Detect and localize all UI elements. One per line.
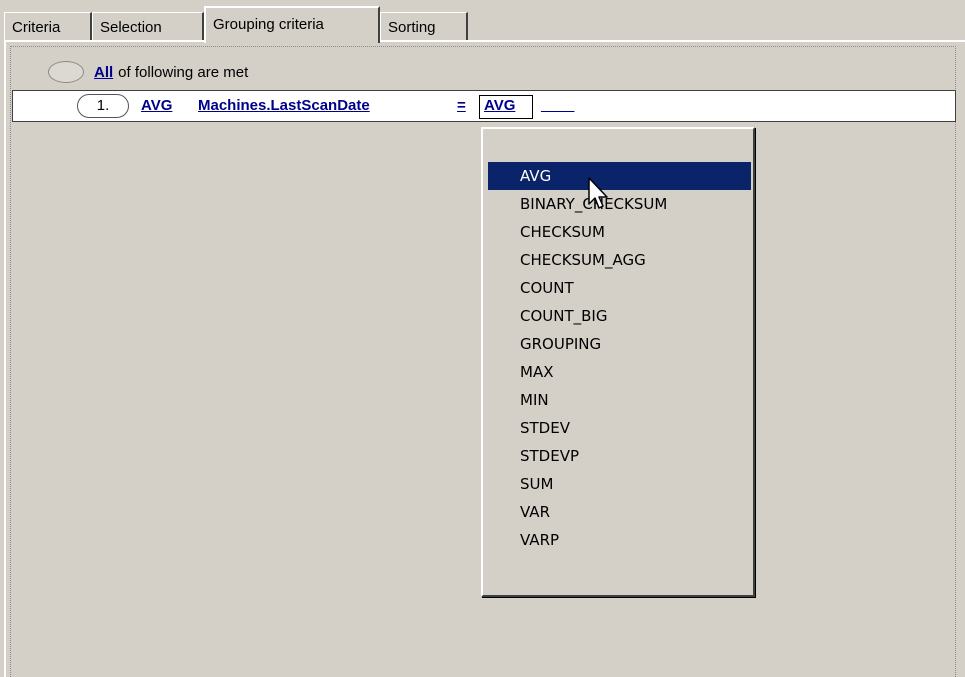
tab-criteria[interactable]: Criteria <box>4 12 92 42</box>
condition-value-placeholder[interactable]: ____ <box>541 97 574 114</box>
condition-field-link[interactable]: Machines.LastScanDate <box>198 97 370 114</box>
tab-grouping-criteria[interactable]: Grouping criteria <box>204 6 380 43</box>
value-function-focus-outline <box>479 95 533 119</box>
root-group-row: All of following are met <box>48 58 248 86</box>
aggregate-function-dropdown[interactable]: AVG BINARY_CHECKSUM CHECKSUM CHECKSUM_AG… <box>481 127 755 597</box>
group-node-icon[interactable] <box>48 61 84 83</box>
dropdown-option-stdevp[interactable]: STDEVP <box>488 442 751 470</box>
tab-sorting[interactable]: Sorting <box>380 12 468 42</box>
dropdown-option-var[interactable]: VAR <box>488 498 751 526</box>
dropdown-option-varp[interactable]: VARP <box>488 526 751 554</box>
dropdown-option-grouping[interactable]: GROUPING <box>488 330 751 358</box>
dropdown-option-binary-checksum[interactable]: BINARY_CHECKSUM <box>488 190 751 218</box>
dropdown-option-list: AVG BINARY_CHECKSUM CHECKSUM CHECKSUM_AG… <box>488 162 751 554</box>
dropdown-option-stdev[interactable]: STDEV <box>488 414 751 442</box>
dropdown-option-min[interactable]: MIN <box>488 386 751 414</box>
dropdown-option-avg[interactable]: AVG <box>488 162 751 190</box>
condition-index-badge[interactable]: 1. <box>77 94 129 118</box>
dropdown-option-sum[interactable]: SUM <box>488 470 751 498</box>
arrow-cursor-icon <box>588 177 608 209</box>
dropdown-option-checksum[interactable]: CHECKSUM <box>488 218 751 246</box>
group-quantifier-link[interactable]: All <box>94 64 113 81</box>
dropdown-option-count-big[interactable]: COUNT_BIG <box>488 302 751 330</box>
group-description: of following are met <box>118 63 249 81</box>
condition-aggregate-link[interactable]: AVG <box>141 97 172 114</box>
dropdown-option-max[interactable]: MAX <box>488 358 751 386</box>
tab-selection[interactable]: Selection <box>92 12 204 42</box>
dropdown-option-count[interactable]: COUNT <box>488 274 751 302</box>
dropdown-option-checksum-agg[interactable]: CHECKSUM_AGG <box>488 246 751 274</box>
condition-operator-link[interactable]: = <box>457 97 466 114</box>
